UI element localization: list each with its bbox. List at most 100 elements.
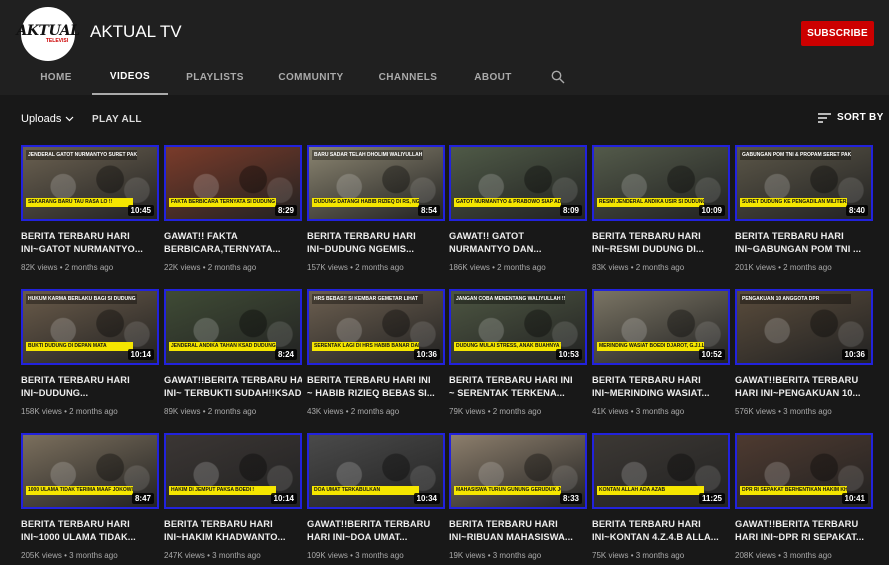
video-thumbnail[interactable]: RESMI JENDERAL ANDIKA USIR SI DUDUNG DAR… — [592, 145, 730, 221]
video-duration: 8:24 — [274, 349, 297, 360]
video-thumbnail[interactable]: DOA UMAT TERKABULKAN 10:34 — [307, 433, 445, 509]
sort-icon — [818, 112, 831, 123]
channel-avatar[interactable]: AKTUAL TELEVISI — [17, 7, 80, 61]
uploads-dropdown[interactable]: Uploads — [21, 113, 74, 125]
video-title-line1: BERITA TERBARU HARI — [21, 231, 130, 241]
video-title[interactable]: BERITA TERBARU HARI INI ~ HABIB RIZIEQ BE… — [307, 374, 445, 399]
video-views: 157K views — [307, 263, 348, 272]
video-title-line2: INI~KONTAN 4.Z.4.B ALLA... — [592, 531, 719, 542]
thumbnail-caption: SERENTAK LAGI DI HRS HABIB BANAR DAN WAK… — [312, 342, 419, 351]
thumbnail-caption: MAHASISWA TURUN GUNUNG GERUDUK JOKOWI — [454, 486, 561, 495]
video-thumbnail[interactable]: BARU SADAR TELAH DHOLIMI WALIYULLAH DUDUN… — [307, 145, 445, 221]
meta-separator: • — [343, 407, 351, 416]
video-age: 3 months ago — [635, 551, 685, 560]
video-duration: 10:53 — [555, 349, 582, 360]
video-title-line1: BERITA TERBARU HARI — [592, 231, 701, 241]
play-all-button[interactable]: PLAY ALL — [92, 114, 142, 125]
video-title[interactable]: GAWAT!!BERITA TERBARU HARI INI~PENGAKUAN … — [735, 374, 873, 399]
video-title[interactable]: BERITA TERBARU HARI INI~DUDUNG NGEMIS... — [307, 230, 445, 255]
video-title[interactable]: BERITA TERBARU HARI INI~RIBUAN MAHASISWA.… — [449, 518, 587, 543]
video-duration: 10:34 — [413, 493, 440, 504]
video-duration: 8:54 — [417, 205, 440, 216]
thumbnail-caption: FAKTA BERBICARA TERNYATA SI DUDUNG ANTEK… — [169, 198, 276, 207]
channel-logo-sub: TELEVISI — [45, 38, 69, 44]
video-duration: 8:33 — [559, 493, 582, 504]
video-title[interactable]: BERITA TERBARU HARI INI ~ SERENTAK TERKEN… — [449, 374, 587, 399]
video-thumbnail[interactable]: JENDERAL ANDIKA TAHAN KSAD DUDUNG 8:24 — [164, 289, 302, 365]
video-thumbnail[interactable]: FAKTA BERBICARA TERNYATA SI DUDUNG ANTEK… — [164, 145, 302, 221]
video-age: 3 months ago — [212, 551, 261, 560]
video-title[interactable]: BERITA TERBARU HARI INI~RESMI DUDUNG DI..… — [592, 230, 730, 255]
video-thumbnail[interactable]: JANGAN COBA MENENTANG WALIYULLAH !! DUDUN… — [449, 289, 587, 365]
video-duration: 10:14 — [127, 349, 154, 360]
thumbnail-caption: DOA UMAT TERKABULKAN — [312, 486, 419, 495]
video-thumbnail[interactable]: GABUNGAN POM TNI & PROPAM SERET PAKSA DU… — [735, 145, 873, 221]
video-duration: 10:52 — [698, 349, 725, 360]
video-thumbnail[interactable]: 1000 ULAMA TIDAK TERIMA MAAF JOKOWI UNTU… — [21, 433, 159, 509]
thumbnail-top-text: HRS BEBAS!! SI KEMBAR GEMETAR LIHAT — [312, 294, 423, 304]
video-title[interactable]: BERITA TERBARU HARI INI~MERINDING WASIAT.… — [592, 374, 730, 399]
video-title[interactable]: GAWAT!!BERITA TERBARU HARI INI~DPR RI SEP… — [735, 518, 873, 543]
video-meta: 89K views • 2 months ago — [164, 407, 302, 416]
video-title[interactable]: BERITA TERBARU HARI INI~HAKIM KHADWANTO..… — [164, 518, 302, 543]
tab-videos[interactable]: VIDEOS — [92, 60, 168, 95]
video-title-line1: BERITA TERBARU HARI INI — [449, 375, 573, 385]
video-thumbnail[interactable]: HRS BEBAS!! SI KEMBAR GEMETAR LIHAT SEREN… — [307, 289, 445, 365]
thumbnail-caption: RESMI JENDERAL ANDIKA USIR SI DUDUNG DAR… — [597, 198, 704, 207]
video-thumbnail[interactable]: DPR RI SEPAKAT BERHENTIKAN HAKIM KHADWAN… — [735, 433, 873, 509]
video-meta: 83K views • 2 months ago — [592, 263, 730, 272]
thumbnail-top-text: BARU SADAR TELAH DHOLIMI WALIYULLAH — [312, 150, 423, 160]
video-title[interactable]: BERITA TERBARU HARI INI~GATOT NURMANTYO..… — [21, 230, 159, 255]
subscribe-button[interactable]: SUBSCRIBE — [801, 21, 874, 46]
search-icon[interactable] — [551, 70, 565, 84]
tab-community[interactable]: COMMUNITY — [268, 60, 354, 95]
tab-home[interactable]: HOME — [22, 60, 90, 95]
video-title-line2: INI~GABUNGAN POM TNI ... — [735, 243, 862, 254]
video-duration: 8:09 — [559, 205, 582, 216]
video-title-line1: BERITA TERBARU HARI — [449, 519, 558, 529]
tab-about[interactable]: ABOUT — [462, 60, 524, 95]
video-title-line1: BERITA TERBARU HARI — [21, 375, 130, 385]
video-title[interactable]: GAWAT!!BERITA TERBARU HARI INI~ TERBUKTI … — [164, 374, 302, 399]
video-title-line2: NURMANTYO DAN... — [449, 243, 542, 254]
video-thumbnail[interactable]: HUKUM KARMA BERLAKU BAGI SI DUDUNG BUKTI … — [21, 289, 159, 365]
video-title[interactable]: GAWAT!! GATOT NURMANTYO DAN... — [449, 230, 587, 255]
meta-separator: • — [485, 551, 493, 560]
video-meta: 43K views • 2 months ago — [307, 407, 445, 416]
video-age: 2 months ago — [350, 407, 400, 416]
video-title[interactable]: GAWAT!! FAKTA BERBICARA,TERNYATA... — [164, 230, 302, 255]
video-duration: 10:36 — [413, 349, 440, 360]
video-title[interactable]: BERITA TERBARU HARI INI~GABUNGAN POM TNI … — [735, 230, 873, 255]
video-title-line2: INI~GATOT NURMANTYO... — [21, 243, 143, 254]
video-age: 3 months ago — [492, 551, 542, 560]
video-thumbnail[interactable]: JENDERAL GATOT NURMANTYO SURET PAKSA DUD… — [21, 145, 159, 221]
video-views: 109K views — [307, 551, 348, 560]
video-title[interactable]: BERITA TERBARU HARI INI~1000 ULAMA TIDAK.… — [21, 518, 159, 543]
video-thumbnail[interactable]: GATOT NURMANTYO & PRABOWO SIAP ADILI DUD… — [449, 145, 587, 221]
video-duration: 10:41 — [841, 493, 868, 504]
video-title[interactable]: GAWAT!!BERITA TERBARU HARI INI~DOA UMAT..… — [307, 518, 445, 543]
video-meta: 201K views • 2 months ago — [735, 263, 873, 272]
video-age: 2 months ago — [492, 407, 542, 416]
meta-separator: • — [628, 407, 636, 416]
video-thumbnail[interactable]: MERINDING WASIAT BOEDI DJAROT, G.J.I.L T… — [592, 289, 730, 365]
video-duration: 8:29 — [274, 205, 297, 216]
video-title[interactable]: BERITA TERBARU HARI INI~DUDUNG... — [21, 374, 159, 399]
video-thumbnail[interactable]: KONTAN ALLAH ADA AZAB 11:25 — [592, 433, 730, 509]
video-age: 2 months ago — [355, 263, 404, 272]
video-thumbnail[interactable]: PENGAKUAN 10 ANGGOTA DPR 10:36 — [735, 289, 873, 365]
video-title-line2: INI~1000 ULAMA TIDAK... — [21, 531, 136, 542]
video-title[interactable]: BERITA TERBARU HARI INI~KONTAN 4.Z.4.B AL… — [592, 518, 730, 543]
video-title-line2: ~ HABIB RIZIEQ BEBAS SI... — [307, 387, 435, 398]
video-title-line2: INI~DUDUNG... — [21, 387, 89, 398]
channel-name: AKTUAL TV — [90, 22, 182, 41]
tab-channels[interactable]: CHANNELS — [370, 60, 446, 95]
channel-header: AKTUAL TELEVISI AKTUAL TV SUBSCRIBE HOME… — [0, 0, 889, 95]
video-thumbnail[interactable]: MAHASISWA TURUN GUNUNG GERUDUK JOKOWI8:3… — [449, 433, 587, 509]
video-age: 3 months ago — [783, 551, 832, 560]
channel-logo: AKTUAL — [16, 23, 80, 39]
video-views: 208K views — [735, 551, 776, 560]
sort-by-button[interactable]: SORT BY — [818, 112, 884, 123]
tab-playlists[interactable]: PLAYLISTS — [176, 60, 254, 95]
video-thumbnail[interactable]: HAKIM DI JEMPUT PAKSA BOEDI ! 10:14 — [164, 433, 302, 509]
